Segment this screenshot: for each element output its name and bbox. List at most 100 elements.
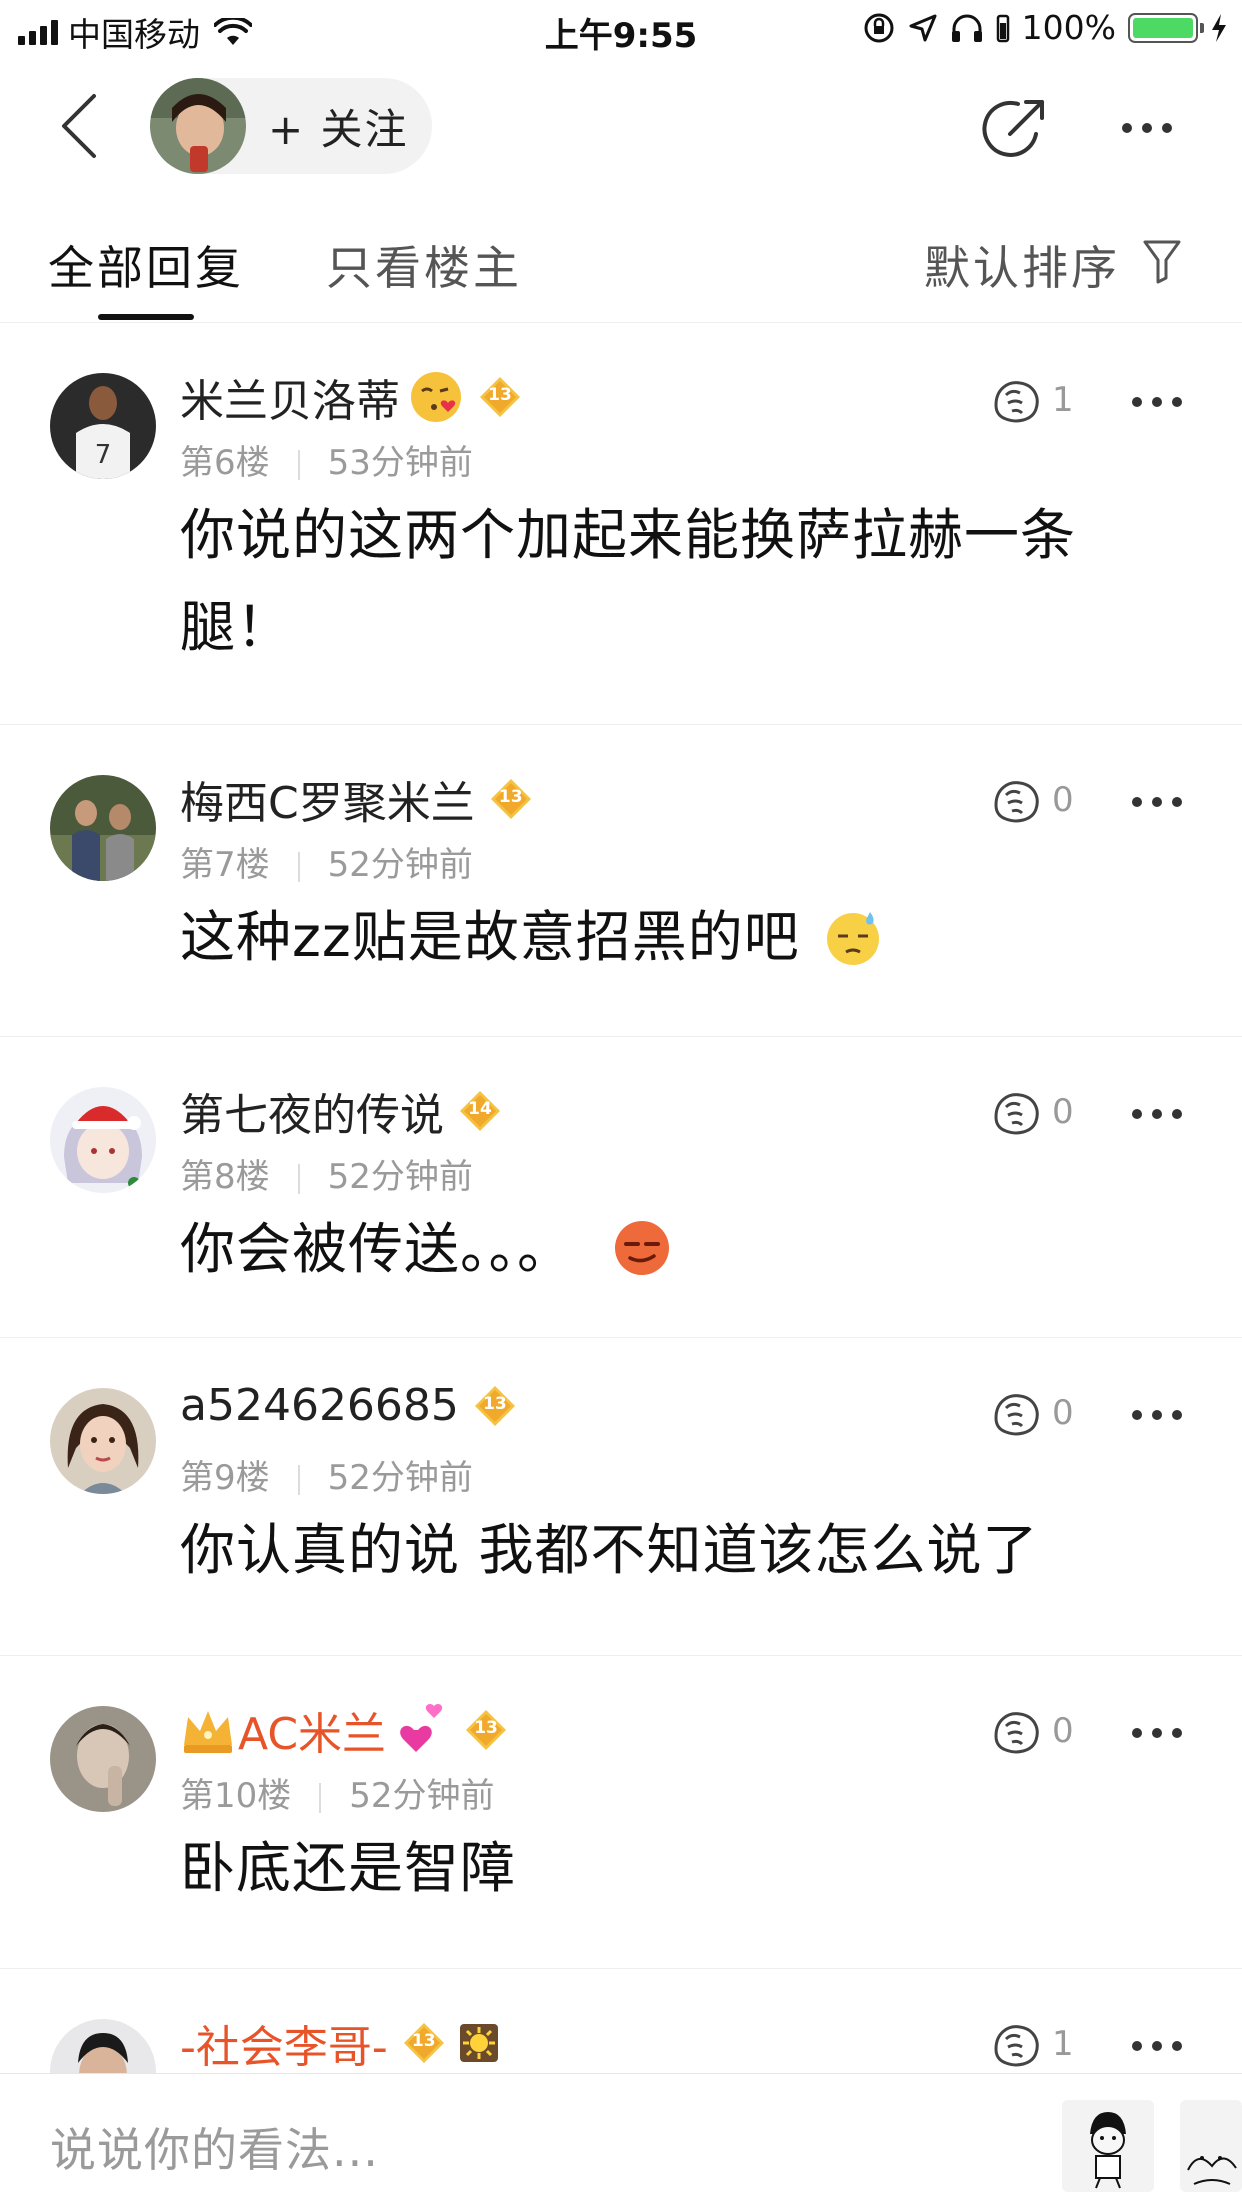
active-tab-indicator xyxy=(98,314,194,320)
like-hand-icon xyxy=(994,2025,1039,2067)
comment-text[interactable]: 你说的这两个加起来能换萨拉赫一条腿！ xyxy=(180,489,1172,673)
comment-item: a524626685 13 第9楼 52分钟前 0 你认真的说 我都不知道该怎么说… xyxy=(0,1338,1242,1656)
level-badge: 13 xyxy=(464,1708,508,1752)
comment-text[interactable]: 卧底还是智障 xyxy=(180,1822,1172,1914)
nav-bar: + 关注 xyxy=(0,62,1242,192)
post-time: 53分钟前 xyxy=(327,443,473,483)
comment-item: 第七夜的传说 14 第8楼 52分钟前 0 你会被传送。。。 xyxy=(0,1037,1242,1338)
post-time: 52分钟前 xyxy=(349,1776,495,1816)
sticker-cartoon-icon xyxy=(1090,2112,1126,2189)
comment-list: 7 米兰贝洛蒂 13 第6楼 53分钟前 1 你说的这两个加起来能换萨拉赫一条腿… xyxy=(0,323,1242,2073)
floor-number: 第8楼 xyxy=(180,1157,270,1197)
filter-icon[interactable] xyxy=(1142,238,1182,284)
comment-meta: 第7楼 52分钟前 xyxy=(180,837,473,886)
author-avatar[interactable] xyxy=(150,78,246,174)
tab-op-only[interactable]: 只看楼主 xyxy=(326,232,522,298)
username[interactable]: AC米兰 13 xyxy=(180,1698,508,1762)
reply-tabs: 全部回复 只看楼主 默认排序 xyxy=(0,192,1242,323)
username-text: 米兰贝洛蒂 xyxy=(180,376,400,427)
like-button[interactable]: 1 xyxy=(990,375,1074,425)
username-text: 梅西C罗聚米兰 xyxy=(180,778,475,829)
comment-more-icon[interactable] xyxy=(1132,797,1182,807)
status-right: 100% xyxy=(862,8,1228,47)
level-badge: 14 xyxy=(458,1089,502,1133)
like-hand-icon xyxy=(994,781,1039,823)
post-time: 52分钟前 xyxy=(327,1157,473,1197)
follow-button[interactable]: + 关注 xyxy=(150,78,432,174)
hearts-emoji-icon xyxy=(400,1703,443,1752)
sticker-suggestion[interactable] xyxy=(1180,2100,1242,2192)
sort-dropdown[interactable]: 默认排序 xyxy=(924,232,1120,298)
avatar[interactable] xyxy=(50,775,156,881)
level-badge: 13 xyxy=(473,1384,517,1428)
like-button[interactable]: 0 xyxy=(990,1087,1074,1137)
like-count: 0 xyxy=(1052,1393,1074,1433)
like-count: 1 xyxy=(1052,2024,1074,2064)
kiss-emoji-icon xyxy=(411,372,461,422)
headphones-icon xyxy=(951,14,982,42)
floor-number: 第10楼 xyxy=(180,1776,292,1816)
like-hand-icon xyxy=(994,1394,1039,1436)
comment-more-icon[interactable] xyxy=(1132,2041,1182,2051)
like-button[interactable]: 0 xyxy=(990,775,1074,825)
comment-text[interactable]: 这种zz贴是故意招黑的吧 xyxy=(180,891,1172,983)
crown-icon xyxy=(184,1711,232,1753)
avatar[interactable] xyxy=(50,1388,156,1494)
username[interactable]: 米兰贝洛蒂 13 xyxy=(180,365,522,429)
sweat-emoji-icon xyxy=(827,912,880,965)
comment-item: AC米兰 13 第10楼 52分钟前 0 卧底还是智障 xyxy=(0,1656,1242,1969)
like-button[interactable]: 0 xyxy=(990,1388,1074,1438)
comment-text-content: 这种zz贴是故意招黑的吧 xyxy=(180,905,800,969)
status-bar: 中国移动 上午9:55 100% xyxy=(0,0,1242,62)
floor-number: 第6楼 xyxy=(180,443,270,483)
like-count: 0 xyxy=(1052,1711,1074,1751)
smirk-emoji-icon xyxy=(614,1221,669,1275)
comment-meta: 第9楼 52分钟前 xyxy=(180,1450,473,1499)
like-hand-icon xyxy=(994,1093,1039,1135)
battery-icon xyxy=(1128,12,1204,43)
tab-all-replies[interactable]: 全部回复 xyxy=(48,232,244,298)
more-icon[interactable] xyxy=(1122,118,1186,138)
avatar[interactable] xyxy=(50,1087,156,1193)
comment-meta: 第6楼 53分钟前 xyxy=(180,435,473,484)
post-time: 52分钟前 xyxy=(327,845,473,885)
like-count: 1 xyxy=(1052,380,1074,420)
avatar[interactable] xyxy=(50,1706,156,1812)
sticker-suggestion[interactable] xyxy=(1062,2100,1154,2192)
like-button[interactable]: 0 xyxy=(990,1706,1074,1756)
location-icon xyxy=(909,14,937,41)
comment-item: -社会李哥- 13 1 xyxy=(0,1969,1242,2073)
username[interactable]: 梅西C罗聚米兰 13 xyxy=(180,767,533,831)
floor-number: 第7楼 xyxy=(180,845,270,885)
username-text: a524626685 xyxy=(180,1380,459,1431)
comment-text-content: 你会被传送。。。 xyxy=(180,1217,574,1281)
floor-number: 第9楼 xyxy=(180,1458,270,1498)
svg-text:7: 7 xyxy=(95,440,112,470)
comment-more-icon[interactable] xyxy=(1132,1728,1182,1738)
avatar[interactable]: 7 xyxy=(50,373,156,479)
comment-more-icon[interactable] xyxy=(1132,1410,1182,1420)
rotation-lock-icon xyxy=(864,13,894,42)
comment-item: 7 米兰贝洛蒂 13 第6楼 53分钟前 1 你说的这两个加起来能换萨拉赫一条腿… xyxy=(0,323,1242,725)
back-button[interactable] xyxy=(50,90,110,162)
comment-text[interactable]: 你会被传送。。。 xyxy=(180,1203,1172,1295)
share-icon[interactable] xyxy=(980,94,1050,164)
comment-more-icon[interactable] xyxy=(1132,1109,1182,1119)
comment-text[interactable]: 你认真的说 我都不知道该怎么说了 xyxy=(180,1504,1172,1596)
post-time: 52分钟前 xyxy=(327,1458,473,1498)
avatar[interactable] xyxy=(50,2019,156,2073)
username[interactable]: a524626685 13 xyxy=(180,1380,517,1431)
comment-more-icon[interactable] xyxy=(1132,397,1182,407)
username-text: 第七夜的传说 xyxy=(180,1090,444,1141)
like-button[interactable]: 1 xyxy=(990,2019,1074,2069)
level-badge: 13 xyxy=(402,2021,446,2065)
comment-meta: 第8楼 52分钟前 xyxy=(180,1149,473,1198)
like-count: 0 xyxy=(1052,780,1074,820)
level-badge: 13 xyxy=(489,777,533,821)
reply-input-bar: 说说你的看法... xyxy=(0,2073,1242,2209)
username[interactable]: 第七夜的传说 14 xyxy=(180,1079,502,1143)
like-count: 0 xyxy=(1052,1092,1074,1132)
charging-bolt-icon xyxy=(1212,13,1226,42)
username[interactable]: -社会李哥- 13 xyxy=(180,2011,500,2073)
reply-input[interactable]: 说说你的看法... xyxy=(50,2114,379,2180)
